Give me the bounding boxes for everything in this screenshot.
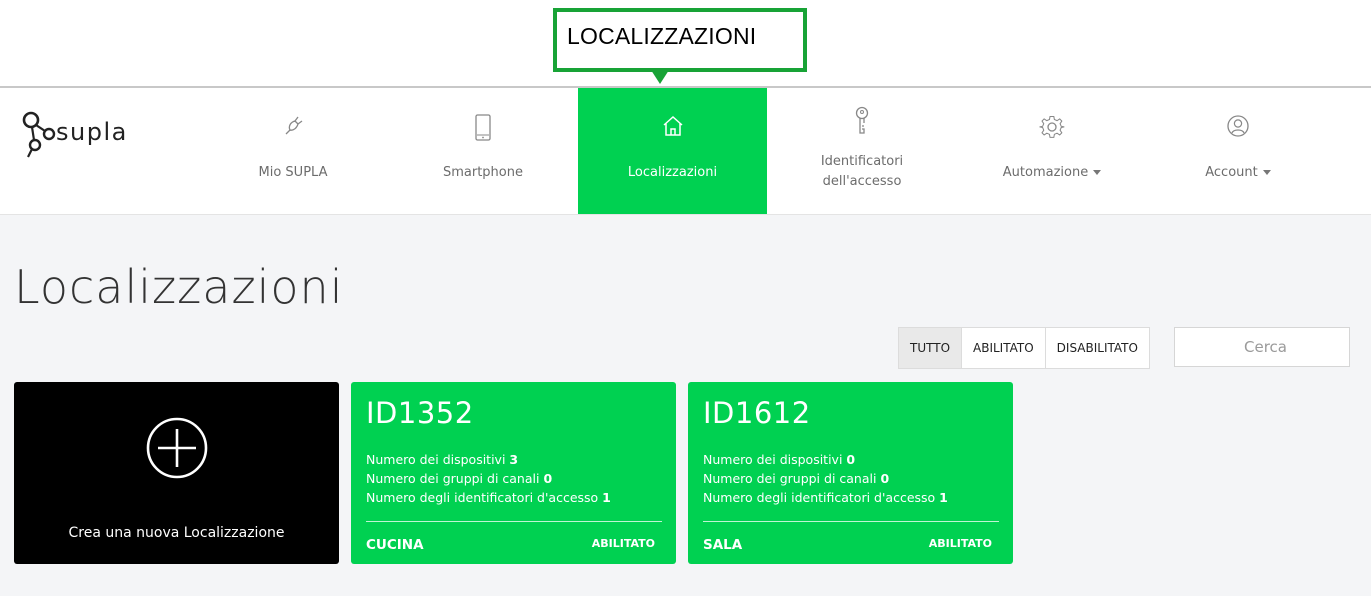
location-channel-groups-count: Numero dei gruppi di canali 0 (366, 471, 552, 486)
location-status-badge: ABILITATO (591, 537, 655, 550)
location-name: SALA (703, 537, 743, 553)
nav-automazione-label: Automazione (957, 164, 1147, 182)
plug-icon (282, 114, 304, 142)
location-status-badge: ABILITATO (928, 537, 992, 550)
chevron-down-icon (1093, 170, 1102, 175)
annotation-callout: LOCALIZZAZIONI (553, 8, 807, 72)
channel-groups-label: Numero dei gruppi di canali (366, 471, 540, 486)
annotation-callout-pointer (651, 70, 669, 84)
nav-localizzazioni-label: Localizzazioni (627, 165, 718, 180)
home-icon (661, 114, 685, 142)
annotation-callout-text: LOCALIZZAZIONI (567, 23, 757, 49)
supla-logo-text[interactable]: supla (56, 118, 128, 146)
nav-localizzazioni[interactable]: Localizzazioni (578, 88, 767, 214)
nav-access-line2: dell'accesso (822, 174, 902, 189)
location-id: ID1352 (366, 396, 474, 430)
gear-icon (1039, 114, 1065, 144)
channel-groups-value: 0 (543, 471, 553, 486)
filter-all-button[interactable]: TUTTO (899, 328, 963, 368)
smartphone-icon (474, 114, 492, 146)
add-circle-icon (145, 416, 209, 485)
nav-account-text: Account (1205, 165, 1258, 180)
channel-groups-value: 0 (880, 471, 890, 486)
location-channel-groups-count: Numero dei gruppi di canali 0 (703, 471, 889, 486)
location-access-ids-count: Numero degli identificatori d'accesso 1 (703, 490, 948, 505)
create-location-label: Crea una nuova Localizzazione (68, 525, 285, 541)
nav-access-identifiers-label: Identificatori dell'accesso (767, 152, 957, 192)
card-divider (366, 521, 662, 522)
search-input[interactable] (1174, 327, 1350, 367)
nav-automazione[interactable]: Automazione (957, 88, 1147, 214)
filter-disabled-button[interactable]: DISABILITATO (1046, 328, 1149, 368)
location-devices-count: Numero dei dispositivi 0 (703, 452, 855, 467)
key-icon (853, 106, 871, 140)
location-card[interactable]: ID1352 Numero dei dispositivi 3 Numero d… (351, 382, 676, 564)
user-circle-icon (1226, 114, 1250, 142)
page-title: Localizzazioni (14, 260, 344, 314)
devices-value: 3 (509, 452, 519, 467)
access-ids-label: Numero degli identificatori d'accesso (703, 490, 936, 505)
nav-automazione-text: Automazione (1002, 165, 1089, 180)
location-devices-count: Numero dei dispositivi 3 (366, 452, 518, 467)
supla-logo-icon[interactable] (22, 110, 58, 167)
nav-access-identifiers[interactable]: Identificatori dell'accesso (767, 88, 957, 214)
location-name: CUCINA (366, 537, 424, 553)
nav-access-line1: Identificatori (820, 154, 904, 169)
location-access-ids-count: Numero degli identificatori d'accesso 1 (366, 490, 611, 505)
nav-account[interactable]: Account (1143, 88, 1333, 214)
status-filter-group: TUTTO ABILITATO DISABILITATO (898, 327, 1150, 369)
devices-value: 0 (846, 452, 856, 467)
top-navbar: supla Mio SUPLA Smartphone Localizzazion… (0, 88, 1371, 215)
nav-mio-supla-label: Mio SUPLA (258, 165, 328, 180)
nav-mio-supla[interactable]: Mio SUPLA (198, 88, 388, 214)
chevron-down-icon (1262, 170, 1271, 175)
access-ids-label: Numero degli identificatori d'accesso (366, 490, 599, 505)
devices-label: Numero dei dispositivi (703, 452, 843, 467)
devices-label: Numero dei dispositivi (366, 452, 506, 467)
channel-groups-label: Numero dei gruppi di canali (703, 471, 877, 486)
nav-smartphone-label: Smartphone (442, 165, 523, 180)
access-ids-value: 1 (602, 490, 611, 505)
location-card[interactable]: ID1612 Numero dei dispositivi 0 Numero d… (688, 382, 1013, 564)
create-location-card[interactable]: Crea una nuova Localizzazione (14, 382, 339, 564)
filter-enabled-button[interactable]: ABILITATO (962, 328, 1046, 368)
card-divider (703, 521, 999, 522)
location-id: ID1612 (703, 396, 811, 430)
access-ids-value: 1 (939, 490, 948, 505)
nav-smartphone[interactable]: Smartphone (388, 88, 578, 214)
nav-account-label: Account (1143, 164, 1333, 182)
